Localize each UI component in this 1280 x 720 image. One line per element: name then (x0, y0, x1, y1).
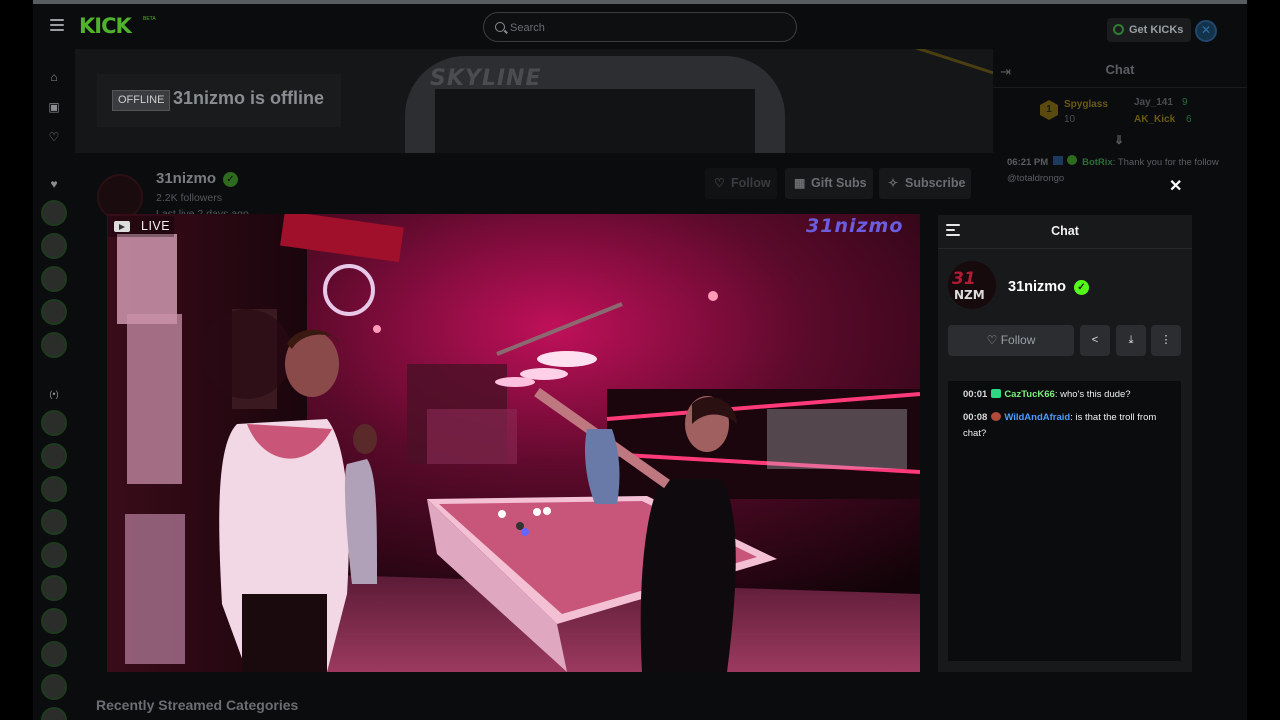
leaderboard-count: 9 (1182, 97, 1188, 108)
recommended-channel-avatar[interactable] (41, 575, 67, 601)
share-icon[interactable]: < (1080, 325, 1110, 356)
verified-icon: ✓ (223, 172, 238, 187)
top-bar: KICK BETA Get KICKs (33, 4, 1247, 48)
leaderboard-count: 10 (1064, 114, 1076, 125)
divider (938, 248, 1192, 249)
chat-message: 00:08 WildAndAfraid: is that the troll fr… (963, 410, 1173, 442)
followed-channels-heart-icon: ♥ (50, 177, 58, 191)
search-input[interactable] (510, 19, 780, 37)
offline-text: 31nizmo is offline (173, 88, 325, 108)
video-player[interactable] (107, 214, 920, 672)
subscriber-badge-icon (991, 412, 1002, 421)
kick-logo[interactable]: KICK (79, 14, 132, 38)
recommended-channel-avatar[interactable] (41, 443, 67, 469)
chevron-down-icon[interactable]: ⇓ (1114, 133, 1124, 147)
user-avatar[interactable] (1195, 20, 1217, 42)
banner-car-text: SKYLINE (430, 66, 542, 91)
leaderboard-name: Spyglass (1064, 99, 1108, 110)
popout-follow-button[interactable]: ♡ Follow (948, 325, 1074, 356)
leaderboard-name: AK_Kick (1134, 114, 1176, 125)
followed-channel-avatar[interactable] (41, 299, 67, 325)
chat-username[interactable]: CazTucK66 (1004, 389, 1055, 400)
banner-road-line (878, 49, 993, 87)
get-kicks-button[interactable]: Get KICKs (1107, 18, 1192, 42)
get-kicks-label: Get KICKs (1129, 24, 1184, 36)
followed-channel-avatar[interactable] (41, 266, 67, 292)
chat-timestamp: 06:21 PM (1007, 157, 1049, 168)
kicks-coin-icon (1113, 24, 1124, 35)
live-badge: LIVE (108, 216, 174, 237)
sparkle-icon: ✧ (888, 176, 899, 190)
gift-subs-label: Gift Subs (811, 176, 867, 190)
gift-icon: ▦ (794, 176, 806, 190)
recommended-channel-avatar[interactable] (41, 674, 67, 700)
offline-badge: OFFLINE (112, 90, 171, 111)
chat-message: 06:21 PM BotRix: Thank you for the follo… (1007, 155, 1237, 187)
popout-chat-header: Chat (938, 215, 1192, 248)
chat-text: : who's this dude? (1054, 389, 1131, 400)
subscribe-label: Subscribe (905, 176, 966, 190)
following-icon[interactable]: ♡ (47, 130, 61, 144)
menu-icon[interactable] (50, 19, 64, 31)
divider (993, 87, 1247, 88)
recommended-channel-avatar[interactable] (41, 608, 67, 634)
recommended-live-icon: (•) (49, 389, 59, 399)
gift-subs-button[interactable]: ▦ Gift Subs (785, 168, 873, 199)
subscribe-button[interactable]: ✧ Subscribe (879, 168, 971, 199)
page-chat-title: Chat (1105, 62, 1135, 77)
recommended-channel-avatar[interactable] (41, 542, 67, 568)
download-icon[interactable]: ⤓ (1116, 325, 1146, 356)
offline-notice: OFFLINE 31nizmo is offline (97, 74, 341, 127)
follow-label: Follow (731, 176, 771, 190)
browse-icon[interactable]: ▣ (47, 100, 61, 114)
popout-chat-panel: Chat 31 NZM 31nizmo ✓ ♡ Follow < ⤓ ⋮ 00:… (938, 215, 1192, 672)
recent-categories-heading: Recently Streamed Categories (96, 697, 299, 713)
home-icon[interactable]: ⌂ (47, 70, 61, 84)
chat-username[interactable]: BotRix (1082, 157, 1113, 168)
more-options-icon[interactable]: ⋮ (1151, 325, 1181, 356)
chat-message: 00:01 CazTucK66: who's this dude? (963, 387, 1173, 403)
leaderboard-count: 6 (1186, 114, 1192, 125)
camera-icon (114, 221, 130, 232)
live-label: LIVE (141, 219, 171, 233)
search-icon (495, 22, 505, 32)
avatar-logo-text: NZM (954, 288, 985, 302)
bot-badge-icon (1052, 156, 1063, 165)
channel-name[interactable]: 31nizmo (156, 170, 216, 187)
follow-label: Follow (1000, 333, 1036, 347)
stream-video-frame (107, 214, 920, 672)
recommended-channel-avatar[interactable] (41, 410, 67, 436)
left-sidebar: ⌂ ▣ ♡ ♥ (•) (33, 48, 77, 720)
chat-username[interactable]: WildAndAfraid (1004, 412, 1070, 423)
popout-chat-messages: 00:01 CazTucK66: who's this dude? 00:08 Wi… (948, 381, 1181, 661)
chat-timestamp: 00:01 (963, 389, 988, 400)
heart-icon: ♡ (714, 176, 725, 190)
search-bar[interactable] (483, 12, 797, 42)
verified-badge-icon (1067, 155, 1078, 165)
popout-chat-title: Chat (1051, 224, 1079, 238)
close-icon[interactable]: ✕ (1169, 176, 1182, 196)
heart-icon: ♡ (986, 333, 1001, 347)
beta-label: BETA (143, 16, 156, 22)
popout-channel-name[interactable]: 31nizmo (1008, 279, 1066, 295)
avatar-logo-number: 31 (952, 269, 976, 289)
chat-timestamp: 00:08 (963, 412, 988, 423)
stream-watermark: 31nizmo (806, 215, 904, 237)
offline-banner: SKYLINE OFFLINE 31nizmo is offline (75, 49, 993, 153)
recommended-channel-avatar[interactable] (41, 509, 67, 535)
follow-button[interactable]: ♡ Follow (705, 168, 777, 199)
popout-channel-avatar[interactable]: 31 NZM (948, 261, 996, 309)
subscriber-badge-icon (991, 389, 1002, 398)
follower-count: 2.2K followers (156, 192, 222, 204)
rank-badge: 1 (1040, 100, 1058, 120)
banner-car-window (435, 89, 755, 153)
recommended-channel-avatar[interactable] (41, 641, 67, 667)
recommended-channel-avatar[interactable] (41, 476, 67, 502)
recommended-channel-avatar[interactable] (41, 707, 67, 720)
verified-icon: ✓ (1074, 280, 1089, 295)
leaderboard-name: Jay_141 (1134, 97, 1173, 108)
followed-channel-avatar[interactable] (41, 332, 67, 358)
followed-channel-avatar[interactable] (41, 200, 67, 226)
followed-channel-avatar[interactable] (41, 233, 67, 259)
